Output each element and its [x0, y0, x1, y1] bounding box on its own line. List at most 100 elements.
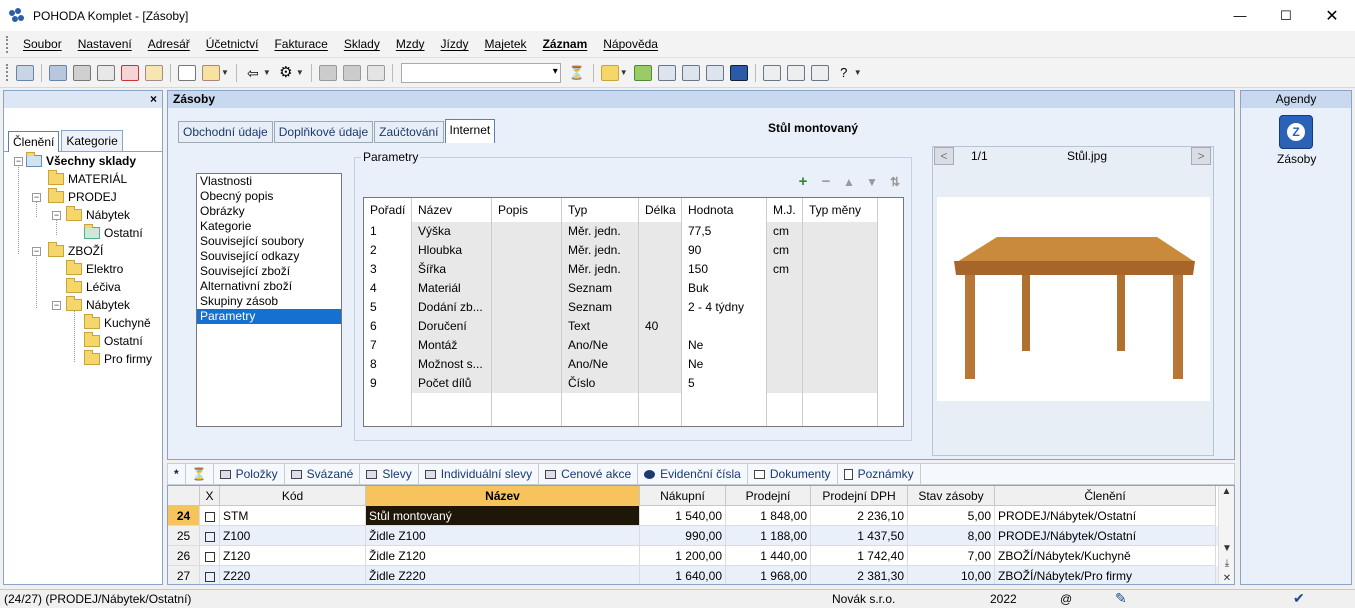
tab-dokumenty[interactable]: Dokumenty [748, 463, 838, 485]
prev-image-button[interactable]: < [934, 147, 954, 165]
grid-cell[interactable]: Číslo [562, 374, 639, 393]
grid-cell[interactable] [767, 298, 803, 317]
grid-cell[interactable] [639, 298, 682, 317]
new-record-icon[interactable] [178, 64, 196, 81]
list-item[interactable]: Alternativní zboží [197, 279, 341, 294]
table-cell[interactable]: 1 200,00 [640, 546, 726, 566]
folder-icon[interactable] [600, 64, 619, 81]
tree-node-elektro[interactable]: Elektro [66, 260, 123, 276]
preview-icon[interactable] [97, 64, 115, 81]
col-prodejni-dph[interactable]: Prodejní DPH [811, 486, 908, 506]
list-item[interactable]: Obrázky [197, 204, 341, 219]
table-cell[interactable]: 1 437,50 [811, 526, 908, 546]
list-item[interactable]: Obecný popis [197, 189, 341, 204]
table-cell[interactable]: 2 236,10 [811, 506, 908, 526]
list-item[interactable]: Skupiny zásob [197, 294, 341, 309]
table-cell[interactable]: 1 848,00 [726, 506, 811, 526]
menu-jizdy[interactable]: Jízdy [433, 37, 477, 51]
table-cell[interactable]: Z120 [220, 546, 366, 566]
grid-cell[interactable] [639, 355, 682, 374]
col-typ[interactable]: Typ [562, 198, 639, 222]
tree-node-nabytek[interactable]: Nábytek [66, 206, 130, 222]
grid-row[interactable]: 7 Montáž Ano/Ne Ne [364, 336, 903, 355]
table-cell[interactable]: Z100 [220, 526, 366, 546]
export-icon[interactable] [145, 64, 163, 81]
grid-cell[interactable] [492, 355, 562, 374]
grid-row[interactable]: 6 Doručení Text 40 [364, 317, 903, 336]
table-cell[interactable] [200, 526, 220, 546]
table-cell[interactable]: 1 968,00 [726, 566, 811, 584]
grid-cell[interactable] [803, 336, 878, 355]
collapse-icon[interactable]: − [52, 211, 61, 220]
pdf-icon[interactable] [121, 64, 139, 81]
tab-cenove-akce[interactable]: Cenové akce [539, 463, 639, 485]
grid-cell[interactable] [803, 241, 878, 260]
table-cell[interactable]: 10,00 [908, 566, 995, 584]
vertical-scrollbar[interactable]: ▲ ▼ ⤓ ✕ [1218, 486, 1234, 584]
row-checkbox[interactable] [204, 571, 215, 582]
col-hodnota[interactable]: Hodnota [682, 198, 767, 222]
grid-cell[interactable]: Buk [682, 279, 767, 298]
table-cell[interactable]: Židle Z120 [366, 546, 640, 566]
table-cell[interactable]: Stůl montovaný [366, 506, 640, 526]
grid-cell[interactable]: 7 [364, 336, 412, 355]
col-mj[interactable]: M.J. [767, 198, 803, 222]
grid-cell[interactable] [639, 222, 682, 241]
grid-cell[interactable] [803, 298, 878, 317]
tab-doplnkove-udaje[interactable]: Doplňkové údaje [273, 121, 374, 143]
grid-row[interactable]: 5 Dodání zb... Seznam 2 - 4 týdny [364, 298, 903, 317]
tab-poznamky[interactable]: Poznámky [838, 463, 921, 485]
row-checkbox[interactable] [204, 511, 215, 522]
table-cell[interactable]: Židle Z100 [366, 526, 640, 546]
tree-node-zbozi[interactable]: ZBOŽÍ [48, 242, 103, 258]
grid-cell[interactable] [639, 241, 682, 260]
menu-zaznam[interactable]: Záznam [535, 37, 596, 51]
grid-cell[interactable]: 2 - 4 týdny [682, 298, 767, 317]
grid-cell[interactable]: Šířka [412, 260, 492, 279]
table-cell[interactable]: Z220 [220, 566, 366, 584]
menu-soubor[interactable]: Soubor [15, 37, 70, 51]
table-cell[interactable]: 1 188,00 [726, 526, 811, 546]
grid-cell[interactable]: Doručení [412, 317, 492, 336]
grid-cell[interactable]: 90 [682, 241, 767, 260]
menu-majetek[interactable]: Majetek [477, 37, 535, 51]
grid-cell[interactable] [803, 222, 878, 241]
save-all-icon[interactable] [342, 64, 361, 81]
col-nazev[interactable]: Název [412, 198, 492, 222]
table-cell[interactable]: ZBOŽÍ/Nábytek/Pro firmy [995, 566, 1216, 584]
list-item[interactable]: Související zboží [197, 264, 341, 279]
calculator-icon[interactable] [681, 64, 700, 81]
table-cell[interactable] [200, 506, 220, 526]
grid-cell[interactable]: Hloubka [412, 241, 492, 260]
grid-cell[interactable]: 150 [682, 260, 767, 279]
grid-cell[interactable]: Výška [412, 222, 492, 241]
col-prodejni[interactable]: Prodejní [726, 486, 811, 506]
grid-cell[interactable] [492, 317, 562, 336]
grid-row[interactable]: 3 Šířka Měr. jedn. 150 cm [364, 260, 903, 279]
chevron-down-icon[interactable]: ▼ [221, 68, 229, 77]
gear-icon[interactable]: ⚙ [277, 64, 295, 81]
grid-cell[interactable]: Měr. jedn. [562, 222, 639, 241]
col-cleneni[interactable]: Členění [995, 486, 1216, 506]
table-row[interactable]: 26 Z120 Židle Z120 1 200,00 1 440,00 1 742,40… [168, 546, 1234, 566]
grid-cell[interactable] [803, 279, 878, 298]
grid-cell[interactable]: 77,5 [682, 222, 767, 241]
grid-cell[interactable] [682, 317, 767, 336]
grid-cell[interactable]: cm [767, 222, 803, 241]
menu-sklady[interactable]: Sklady [336, 37, 388, 51]
scroll-up-icon[interactable]: ▲ [1219, 486, 1234, 502]
tree-node-pro-firmy[interactable]: Pro firmy [84, 350, 152, 366]
col-kod[interactable]: Kód [220, 486, 366, 506]
table-cell[interactable]: Židle Z220 [366, 566, 640, 584]
grid-cell[interactable]: 40 [639, 317, 682, 336]
col-typ-meny[interactable]: Typ měny [803, 198, 878, 222]
grid-cell[interactable] [639, 279, 682, 298]
table-cell[interactable]: 24 [168, 506, 200, 526]
tree-node-material[interactable]: MATERIÁL [48, 170, 127, 186]
grid-cell[interactable]: Ano/Ne [562, 336, 639, 355]
filter-icon[interactable]: ⏳ [186, 463, 214, 485]
grid-row[interactable]: 2 Hloubka Měr. jedn. 90 cm [364, 241, 903, 260]
grid-cell[interactable]: Seznam [562, 279, 639, 298]
table-cell[interactable]: 8,00 [908, 526, 995, 546]
table-cell[interactable]: 5,00 [908, 506, 995, 526]
